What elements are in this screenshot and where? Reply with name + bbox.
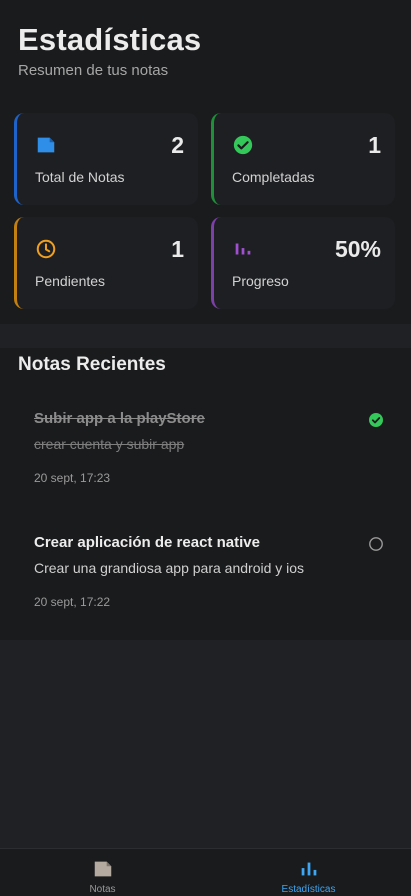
bar-chart-icon bbox=[235, 243, 251, 255]
stat-card-progress: 50% Progreso bbox=[211, 217, 395, 309]
page-subtitle: Resumen de tus notas bbox=[18, 62, 169, 79]
recent-notes-section: Notas Recientes Subir app a la playStore… bbox=[0, 348, 411, 640]
note-icon bbox=[37, 137, 55, 153]
stat-label: Total de Notas bbox=[35, 169, 125, 185]
note-icon bbox=[94, 861, 111, 877]
tab-label: Estadísticas bbox=[281, 884, 336, 895]
note-date: 20 sept, 17:23 bbox=[34, 471, 111, 485]
empty-circle-icon[interactable] bbox=[368, 536, 384, 552]
stat-label: Completadas bbox=[232, 169, 315, 185]
stat-label: Pendientes bbox=[35, 273, 106, 289]
tab-notas[interactable]: Notas bbox=[0, 849, 205, 896]
stat-card-completed: 1 Completadas bbox=[211, 113, 395, 205]
bottom-tab-bar: Notas Estadísticas bbox=[0, 848, 411, 896]
tab-label: Notas bbox=[89, 884, 116, 895]
stat-value: 1 bbox=[368, 132, 381, 158]
stat-value: 2 bbox=[171, 132, 184, 158]
check-circle-icon[interactable] bbox=[368, 412, 384, 428]
clock-icon bbox=[36, 239, 56, 259]
statistics-screen: Estadísticas Resumen de tus notas 2 Tota… bbox=[0, 0, 411, 896]
stat-label: Progreso bbox=[232, 273, 289, 289]
list-item[interactable]: Subir app a la playStore crear cuenta y … bbox=[34, 410, 384, 485]
tab-estadisticas[interactable]: Estadísticas bbox=[206, 849, 411, 896]
recent-notes-title: Notas Recientes bbox=[18, 354, 166, 375]
note-description: Crear una grandiosa app para android y i… bbox=[34, 560, 305, 576]
note-title: Subir app a la playStore bbox=[34, 410, 205, 427]
stat-value: 50% bbox=[334, 236, 381, 262]
list-item[interactable]: Crear aplicación de react native Crear u… bbox=[34, 534, 384, 609]
stat-card-pending: 1 Pendientes bbox=[14, 217, 198, 309]
bar-chart-icon bbox=[301, 862, 316, 876]
note-title: Crear aplicación de react native bbox=[34, 534, 260, 551]
note-description: crear cuenta y subir app bbox=[34, 436, 185, 452]
note-date: 20 sept, 17:22 bbox=[34, 595, 111, 609]
stat-value: 1 bbox=[171, 236, 184, 262]
check-circle-icon bbox=[233, 135, 253, 155]
page-title: Estadísticas bbox=[18, 22, 202, 57]
stat-card-total: 2 Total de Notas bbox=[14, 113, 198, 205]
